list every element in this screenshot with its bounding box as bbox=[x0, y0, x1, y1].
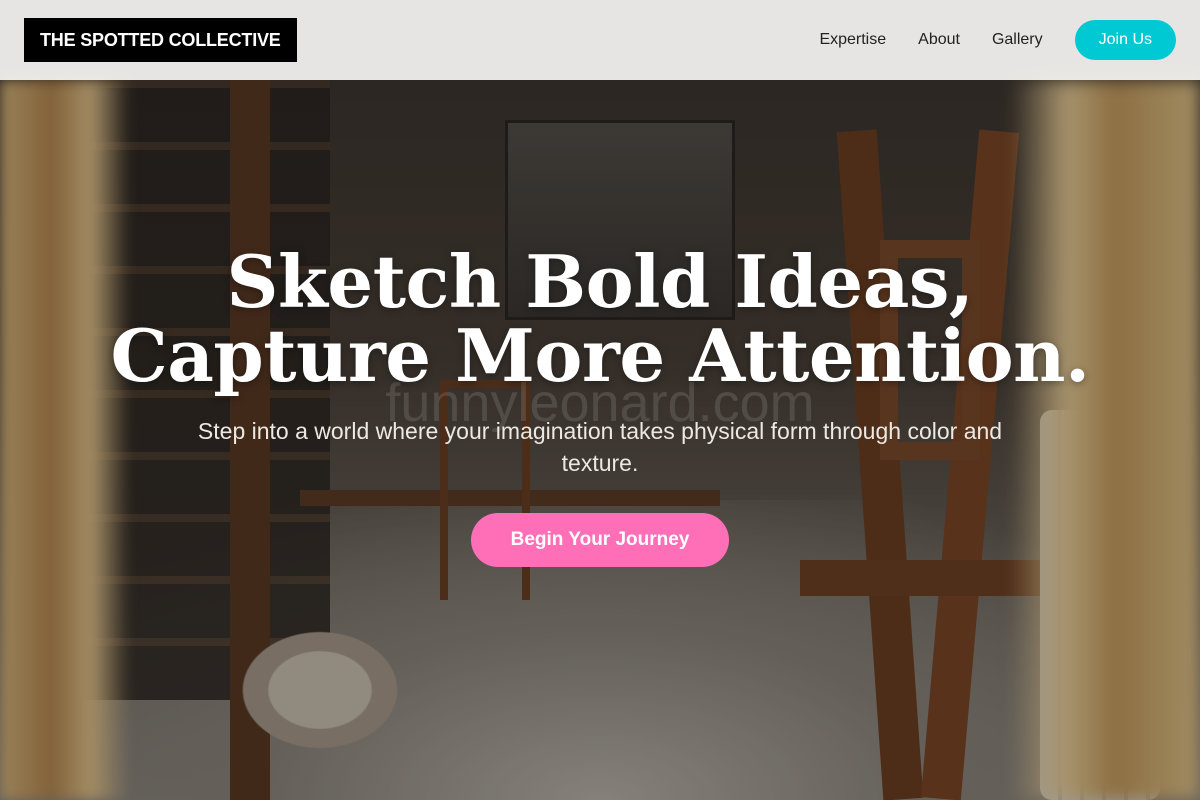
join-us-button[interactable]: Join Us bbox=[1074, 20, 1176, 60]
main-nav: Expertise About Gallery Join Us bbox=[819, 20, 1176, 60]
site-header: THE SPOTTED COLLECTIVE Expertise About G… bbox=[0, 0, 1200, 80]
nav-link-gallery[interactable]: Gallery bbox=[992, 31, 1043, 49]
begin-journey-button[interactable]: Begin Your Journey bbox=[470, 513, 730, 567]
hero-section: Sketch Bold Ideas, Capture More Attentio… bbox=[0, 245, 1200, 567]
brand-logo[interactable]: THE SPOTTED COLLECTIVE bbox=[24, 18, 297, 62]
hero-headline-line-1: Sketch Bold Ideas, bbox=[226, 239, 974, 324]
nav-link-about[interactable]: About bbox=[918, 31, 960, 49]
hero-headline: Sketch Bold Ideas, Capture More Attentio… bbox=[0, 245, 1200, 393]
hero-subtitle: Step into a world where your imagination… bbox=[197, 418, 1003, 476]
nav-link-expertise[interactable]: Expertise bbox=[819, 31, 886, 49]
hero-headline-line-2: Capture More Attention. bbox=[110, 313, 1090, 398]
